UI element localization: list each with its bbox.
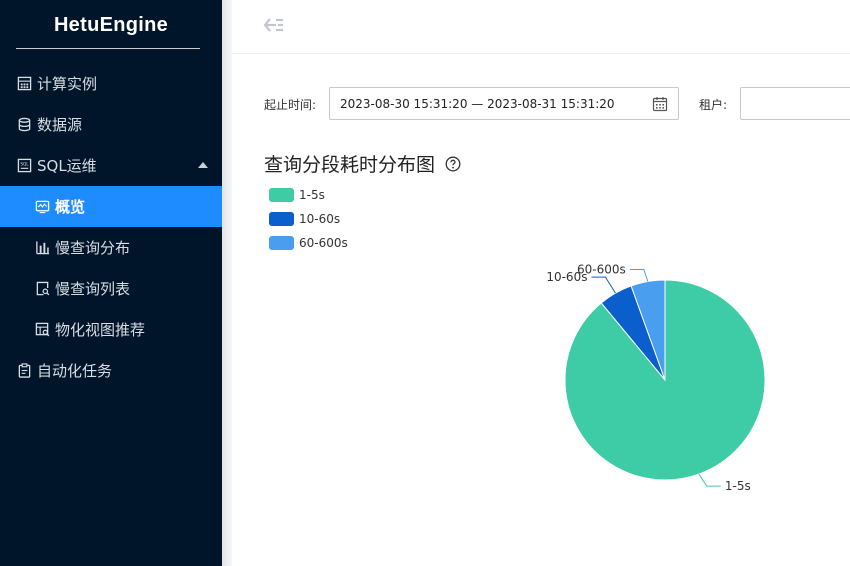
sidebar-item-label: 物化视图推荐	[55, 321, 146, 339]
label-line	[698, 473, 721, 487]
sql-icon: SQL	[16, 158, 32, 174]
sidebar-item-data-sources[interactable]: 数据源	[0, 104, 222, 145]
sidebar-item-automation-tasks[interactable]: 自动化任务	[0, 350, 222, 391]
label-line	[629, 268, 649, 282]
pie-chart: 1-5s10-60s60-600s	[546, 262, 766, 493]
sidebar-item-materialized-view-recommend[interactable]: 物化视图推荐	[0, 309, 222, 350]
sidebar-item-sql-ops[interactable]: SQL SQL运维	[0, 145, 222, 186]
sidebar-item-label: 概览	[55, 198, 86, 216]
sidebar-menu: 计算实例 数据源 SQL SQL运维 概览 慢查询分布 慢查询列表 物化视图推荐…	[0, 63, 222, 391]
svg-text:SQL: SQL	[20, 162, 29, 167]
sidebar-item-label: 计算实例	[37, 75, 98, 93]
sidebar-shadow	[222, 0, 232, 566]
sidebar-item-label: 慢查询列表	[55, 280, 131, 298]
sidebar-item-label: 慢查询分布	[55, 239, 131, 257]
brand-divider	[16, 48, 200, 49]
collapse-arrow-icon[interactable]	[262, 14, 286, 36]
view-search-icon	[34, 322, 50, 338]
sidebar-item-overview[interactable]: 概览	[0, 186, 222, 227]
sidebar-item-label: 数据源	[37, 116, 83, 134]
sidebar-item-label: 自动化任务	[37, 362, 113, 380]
bar-chart-icon	[34, 240, 50, 256]
sidebar: HetuEngine 计算实例 数据源 SQL SQL运维 概览 慢查询分布 慢…	[0, 0, 222, 566]
chevron-up-icon[interactable]	[198, 162, 208, 168]
clipboard-icon	[16, 363, 32, 379]
main-content: 起止时间: 2023-08-30 15:31:20 — 2023-08-31 1…	[232, 54, 850, 566]
database-icon	[16, 117, 32, 133]
label-line	[591, 276, 616, 294]
search-doc-icon	[34, 281, 50, 297]
calculator-icon	[16, 76, 32, 92]
slice-label: 60-600s	[577, 262, 626, 276]
sidebar-item-slow-query-list[interactable]: 慢查询列表	[0, 268, 222, 309]
sidebar-item-compute-instances[interactable]: 计算实例	[0, 63, 222, 104]
brand-logo: HetuEngine	[53, 13, 169, 36]
sidebar-item-slow-query-distribution[interactable]: 慢查询分布	[0, 227, 222, 268]
monitor-icon	[34, 199, 50, 215]
sidebar-item-label: SQL运维	[37, 157, 97, 175]
slice-label: 1-5s	[725, 479, 751, 493]
top-bar	[232, 0, 850, 54]
